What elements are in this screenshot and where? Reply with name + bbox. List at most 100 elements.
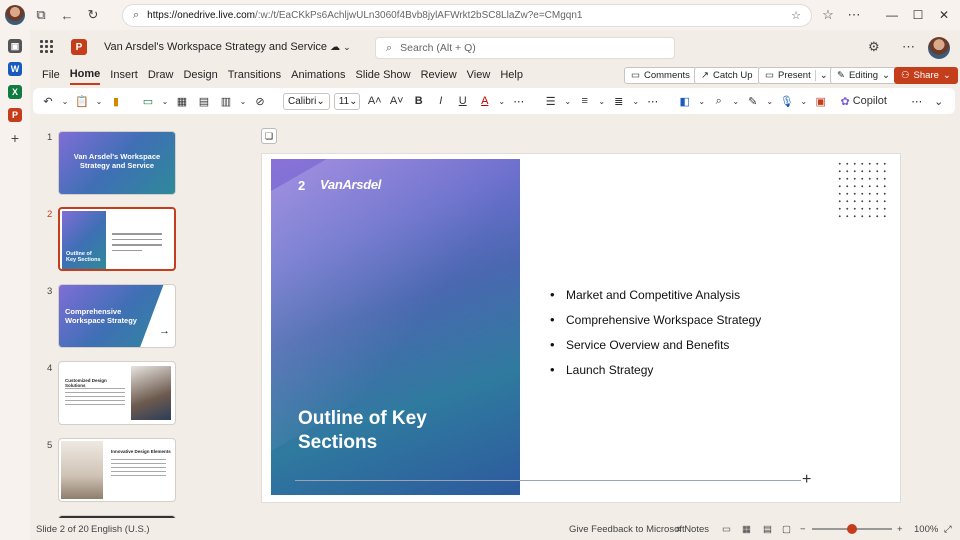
chevron-down-icon[interactable]: ⌄ [564,92,572,110]
slide-title[interactable]: Outline of Key Sections [298,407,508,455]
chevron-down-icon[interactable]: ⌄ [95,92,103,110]
tab-draw[interactable]: Draw [148,66,174,84]
search-box[interactable]: ⌕ Search (Alt + Q) [375,37,675,59]
excel-icon[interactable]: X [8,85,22,99]
zoom-slider-handle[interactable] [847,524,857,534]
tab-transitions[interactable]: Transitions [228,66,281,84]
fit-slide-icon[interactable]: ▢ [782,524,791,535]
tab-home[interactable]: Home [69,65,101,85]
chevron-down-icon[interactable]: ⌄ [498,92,506,110]
present-button[interactable]: ▭ Present ⌄ [758,67,835,84]
chevron-down-icon[interactable]: ⌄ [732,92,740,110]
format-painter-icon[interactable]: ▮ [107,92,125,110]
chevron-down-icon[interactable]: ⌄ [239,92,247,110]
slide-left-panel[interactable]: 2 VanArsdel Outline of Key Sections [271,159,520,495]
add-ins-icon[interactable]: ▣ [812,92,830,110]
word-icon[interactable]: W [8,62,22,76]
user-avatar[interactable] [928,37,950,59]
app-launcher-icon[interactable] [40,40,54,54]
share-button[interactable]: ⚇ Share ⌄ [894,67,958,84]
favorite-icon[interactable]: ☆ [791,9,801,22]
bullet-list[interactable]: Market and Competitive Analysis Comprehe… [550,287,761,388]
zoom-in-icon[interactable]: + [897,524,903,535]
chevron-down-icon[interactable]: ⌄ [766,92,774,110]
powerpoint-icon[interactable]: P [8,108,22,122]
favorites-icon[interactable]: ☆ [815,2,841,28]
address-bar[interactable]: ⌕ https://onedrive.live.com/:w:/t/EaCKkP… [122,4,812,27]
back-icon[interactable]: ← [54,2,80,28]
chevron-down-icon[interactable]: ⌄ [632,92,640,110]
tab-animations[interactable]: Animations [291,66,345,84]
copilot-button[interactable]: ✿ Copilot [834,92,894,110]
fit-window-icon[interactable]: ⤢ [944,524,952,535]
more-commands-icon[interactable]: ⋯ [908,92,926,110]
numbering-icon[interactable]: ≡ [576,92,594,110]
minimize-icon[interactable]: — [880,4,904,26]
increase-font-icon[interactable]: A˄ [366,92,384,110]
reuse-slides-icon[interactable]: ▤ [195,92,213,110]
decrease-font-icon[interactable]: A˅ [388,92,406,110]
slide-thumbnail-2[interactable]: Outline of Key Sections [58,207,176,271]
slide-thumbnail-4[interactable]: Customized Design Solutions [58,361,176,425]
tab-slide-show[interactable]: Slide Show [356,66,411,84]
catch-up-button[interactable]: ↗ Catch Up [694,67,760,84]
copy-icon[interactable]: ▣ [8,39,22,53]
designer-icon[interactable]: ✎ [744,92,762,110]
zoom-slider[interactable] [812,524,892,534]
add-icon[interactable]: + [8,130,22,146]
language-indicator[interactable]: English (U.S.) [91,524,150,535]
font-name-select[interactable]: Calibri ⌄ [283,92,330,110]
editing-mode-button[interactable]: ✎ Editing ⌄ [830,67,897,84]
tab-review[interactable]: Review [421,66,457,84]
zoom-out-icon[interactable]: − [800,524,806,535]
comments-button[interactable]: ▭ Comments [624,67,697,84]
slide-thumbnail-1[interactable]: Van Arsdel's Workspace Strategy and Serv… [58,131,176,195]
current-slide[interactable]: 2 VanArsdel Outline of Key Sections Mark… [261,153,901,503]
align-icon[interactable]: ≣ [610,92,628,110]
feedback-link[interactable]: Give Feedback to Microsoft [569,524,685,535]
section-icon[interactable]: ▥ [217,92,235,110]
dictate-icon[interactable]: 🎙 [778,92,796,110]
underline-icon[interactable]: U [454,92,472,110]
paste-icon[interactable]: 📋 [73,92,91,110]
maximize-icon[interactable]: ☐ [906,4,930,26]
new-slide-icon[interactable]: ▭ [139,92,157,110]
font-color-icon[interactable]: A [476,92,494,110]
chevron-down-icon[interactable]: ⌄ [800,92,808,110]
layout-icon[interactable]: ▦ [173,92,191,110]
tab-help[interactable]: Help [500,66,523,84]
italic-icon[interactable]: I [432,92,450,110]
more-font-icon[interactable]: ⋯ [510,92,528,110]
find-icon[interactable]: ⌕ [710,92,728,110]
undo-icon[interactable]: ↶ [39,92,57,110]
bullets-icon[interactable]: ☰ [542,92,560,110]
slide-thumbnail-5[interactable]: Innovative Design Elements [58,438,176,502]
workspaces-icon[interactable]: ⧉ [28,2,54,28]
more-icon[interactable]: ⋯ [841,2,867,28]
font-size-select[interactable]: 11 ⌄ [333,92,360,110]
tab-file[interactable]: File [42,66,60,84]
hide-slide-icon[interactable]: ⊘ [251,92,269,110]
more-options-icon[interactable]: ⋯ [902,39,915,55]
chevron-down-icon[interactable]: ⌄ [161,92,169,110]
chevron-down-icon[interactable]: ⌄ [698,92,706,110]
tab-insert[interactable]: Insert [110,66,138,84]
bold-icon[interactable]: B [410,92,428,110]
slide-sorter-icon[interactable]: ▦ [742,524,751,535]
profile-avatar[interactable] [2,2,28,28]
chevron-down-icon[interactable]: ⌄ [930,92,948,110]
notes-button[interactable]: ≡ Notes [676,524,709,535]
document-title[interactable]: Van Arsdel's Workspace Strategy and Serv… [104,41,351,53]
reading-view-icon[interactable]: ▤ [763,524,772,535]
slide-thumbnail-3[interactable]: Comprehensive Workspace Strategy → [58,284,176,348]
shapes-icon[interactable]: ◧ [676,92,694,110]
chevron-down-icon[interactable]: ⌄ [598,92,606,110]
tab-view[interactable]: View [467,66,491,84]
copilot-slide-icon[interactable]: ❏ [261,128,277,144]
tab-design[interactable]: Design [183,66,217,84]
close-icon[interactable]: ✕ [932,4,956,26]
zoom-level[interactable]: 100% [914,524,938,535]
normal-view-icon[interactable]: ▭ [722,524,731,535]
more-paragraph-icon[interactable]: ⋯ [644,92,662,110]
settings-icon[interactable]: ⚙ [868,39,880,55]
